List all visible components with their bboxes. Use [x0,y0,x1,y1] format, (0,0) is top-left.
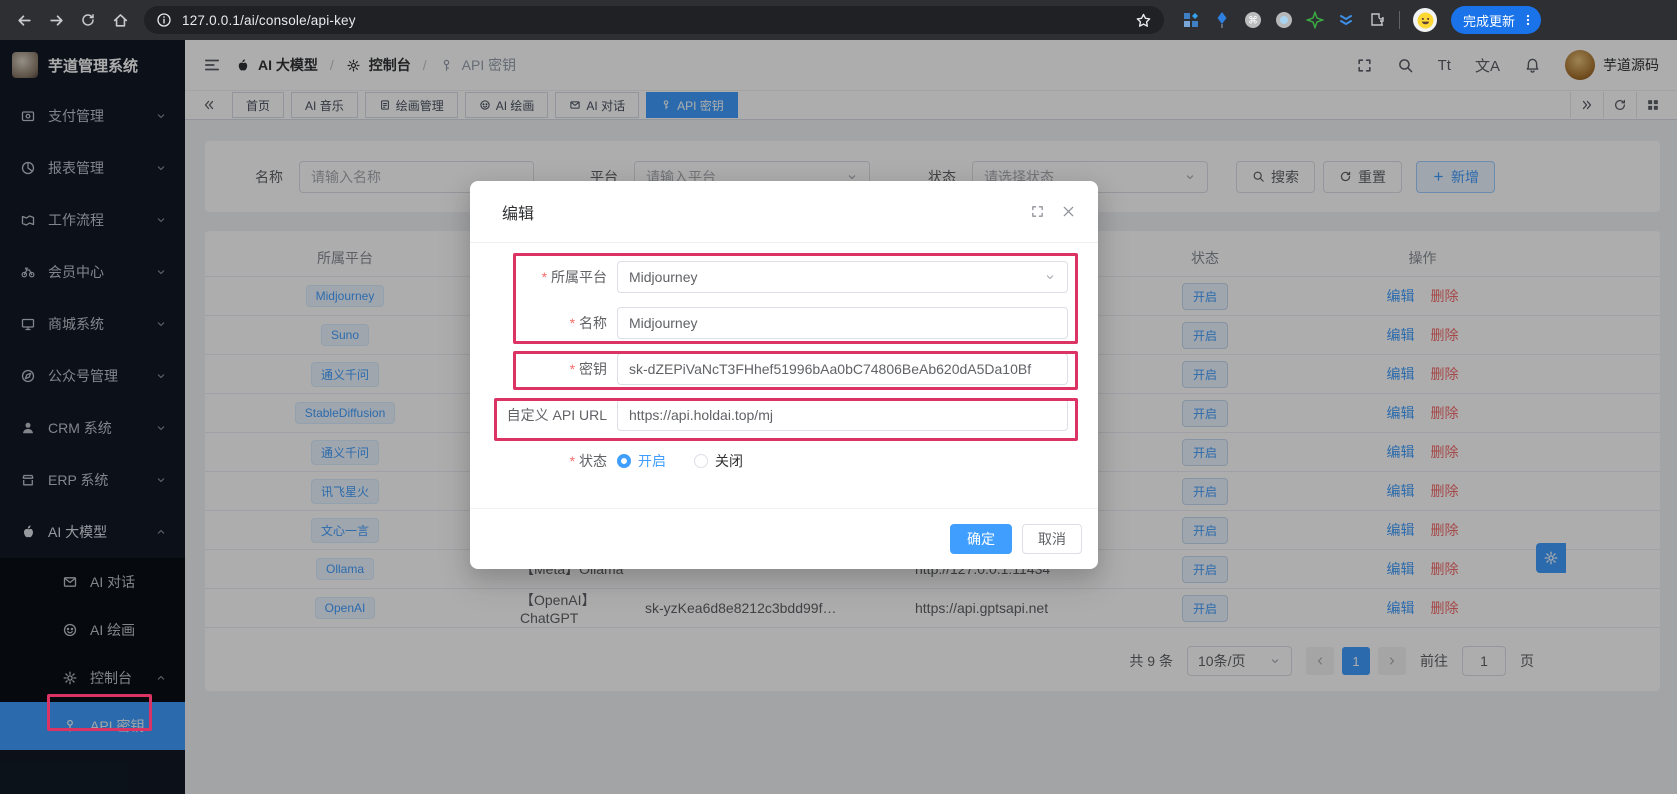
status-on-label: 开启 [638,451,666,471]
back-arrow-icon [16,12,33,29]
annotation-box-url [494,398,1078,441]
dialog-fullscreen-icon[interactable] [1030,204,1045,219]
dialog-header: 编辑 [470,181,1098,243]
extension-star-icon[interactable] [1306,11,1324,29]
url-text[interactable]: 127.0.0.1/ai/console/api-key [182,13,1125,28]
dialog-footer: 确定 取消 [470,508,1098,569]
toolbar-divider [1399,11,1400,29]
dialog-close-icon[interactable] [1061,204,1076,219]
form-row-status: 状态 开启 关闭 [470,445,1098,477]
radio-unselected-icon [694,454,708,468]
annotation-box-platform-name [513,253,1078,344]
dialog-header-actions [1030,204,1076,219]
home-icon [112,12,129,29]
extension-dot-icon[interactable] [1275,11,1293,29]
forward-arrow-icon [48,12,65,29]
radio-selected-icon [617,454,631,468]
svg-text:⌘: ⌘ [1248,16,1258,27]
browser-back-button[interactable] [10,6,38,34]
status-off-label: 关闭 [715,451,743,471]
extension-chevrons-icon[interactable] [1337,11,1355,29]
chrome-update-button[interactable]: 完成更新 [1451,6,1541,34]
browser-profile-avatar[interactable] [1413,8,1437,32]
cancel-button[interactable]: 取消 [1022,524,1082,554]
extension-command-icon[interactable]: ⌘ [1244,11,1262,29]
more-vertical-icon[interactable] [1521,13,1535,27]
annotation-box-key [513,351,1078,390]
site-info-icon[interactable] [156,12,172,28]
extensions-zone: ⌘ [1182,8,1437,32]
browser-reload-button[interactable] [74,6,102,34]
status-field-label: 状态 [470,451,607,471]
status-radio-on[interactable]: 开启 [617,451,666,471]
status-radio-off[interactable]: 关闭 [694,451,743,471]
chrome-update-label: 完成更新 [1463,11,1515,30]
extension-grid-icon[interactable] [1182,11,1200,29]
browser-home-button[interactable] [106,6,134,34]
browser-forward-button[interactable] [42,6,70,34]
bookmark-star-icon[interactable] [1135,12,1152,29]
dialog-title: 编辑 [502,200,534,224]
extensions-puzzle-icon[interactable] [1368,11,1386,29]
reload-icon [80,12,96,28]
extension-kite-icon[interactable] [1213,11,1231,29]
annotation-box-sidebar-api-key [47,694,152,731]
address-bar[interactable]: 127.0.0.1/ai/console/api-key [144,6,1164,34]
browser-toolbar: 127.0.0.1/ai/console/api-key ⌘ 完成更新 [0,0,1677,40]
status-radio-group: 开启 关闭 [617,451,743,471]
confirm-button[interactable]: 确定 [950,524,1012,554]
